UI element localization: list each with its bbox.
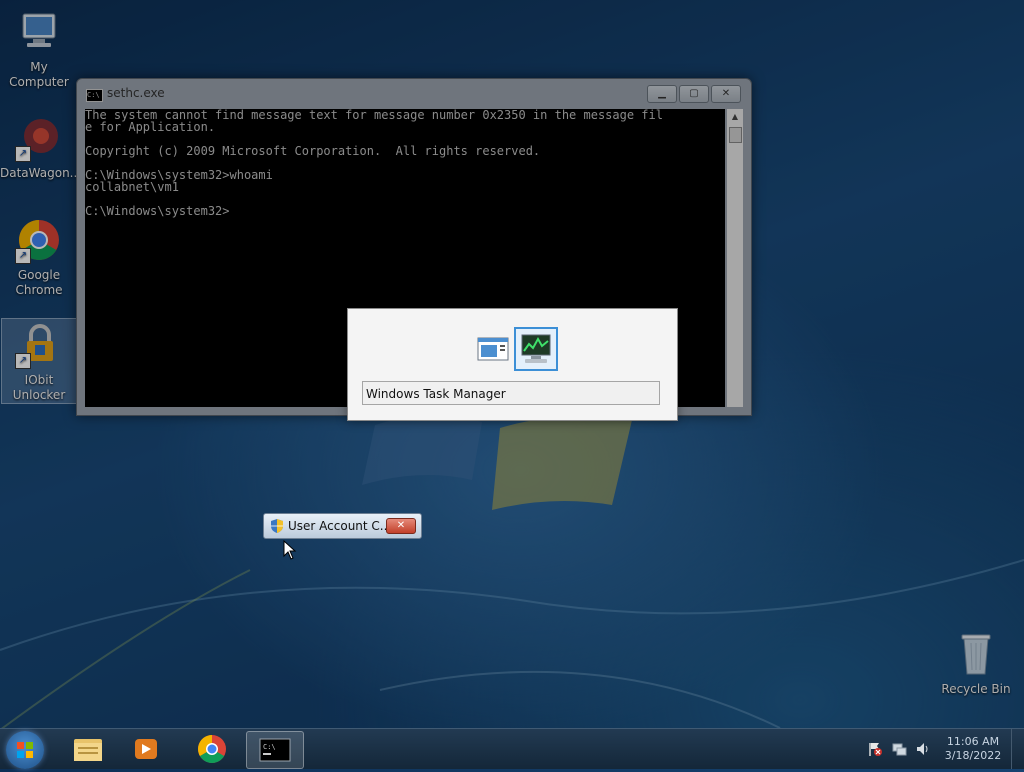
- folder-icon: [74, 739, 102, 761]
- taskbar-cmd-button[interactable]: C:\: [246, 731, 304, 769]
- network-icon[interactable]: [891, 741, 907, 757]
- uac-chip-label: User Account C...: [288, 519, 392, 533]
- taskbar: C:\ 11:06 AM 3/18/2022: [0, 728, 1024, 769]
- taskbar-chrome-button[interactable]: [184, 731, 240, 767]
- clock-time: 11:06 AM: [946, 735, 1000, 748]
- taskbar-explorer-button[interactable]: [60, 731, 116, 767]
- volume-icon[interactable]: [915, 741, 931, 757]
- uac-shield-icon: [271, 519, 283, 533]
- media-player-icon: [135, 739, 157, 759]
- uac-close-button[interactable]: ✕: [386, 518, 416, 534]
- task-manager-icon: [521, 334, 551, 363]
- clock-date: 3/18/2022: [944, 749, 1002, 762]
- switcher-selected-label: Windows Task Manager: [362, 381, 660, 405]
- window-list-icon: [477, 337, 509, 361]
- show-desktop-button[interactable]: [1011, 729, 1024, 769]
- cmd-icon: C:\: [259, 738, 291, 762]
- taskbar-media-player-button[interactable]: [118, 731, 174, 767]
- mouse-cursor-icon: [283, 540, 297, 560]
- svg-text:C:\: C:\: [263, 743, 276, 751]
- switcher-item-window[interactable]: [472, 327, 514, 369]
- action-center-flag-icon[interactable]: [867, 741, 883, 757]
- windows-logo-icon: [17, 742, 33, 758]
- alt-tab-switcher[interactable]: Windows Task Manager: [347, 308, 678, 421]
- chrome-icon: [198, 735, 226, 763]
- start-button[interactable]: [6, 731, 44, 769]
- switcher-item-task-manager[interactable]: [514, 327, 558, 371]
- taskbar-clock[interactable]: 11:06 AM 3/18/2022: [932, 735, 1014, 763]
- uac-taskbar-chip[interactable]: User Account C... ✕: [263, 513, 422, 539]
